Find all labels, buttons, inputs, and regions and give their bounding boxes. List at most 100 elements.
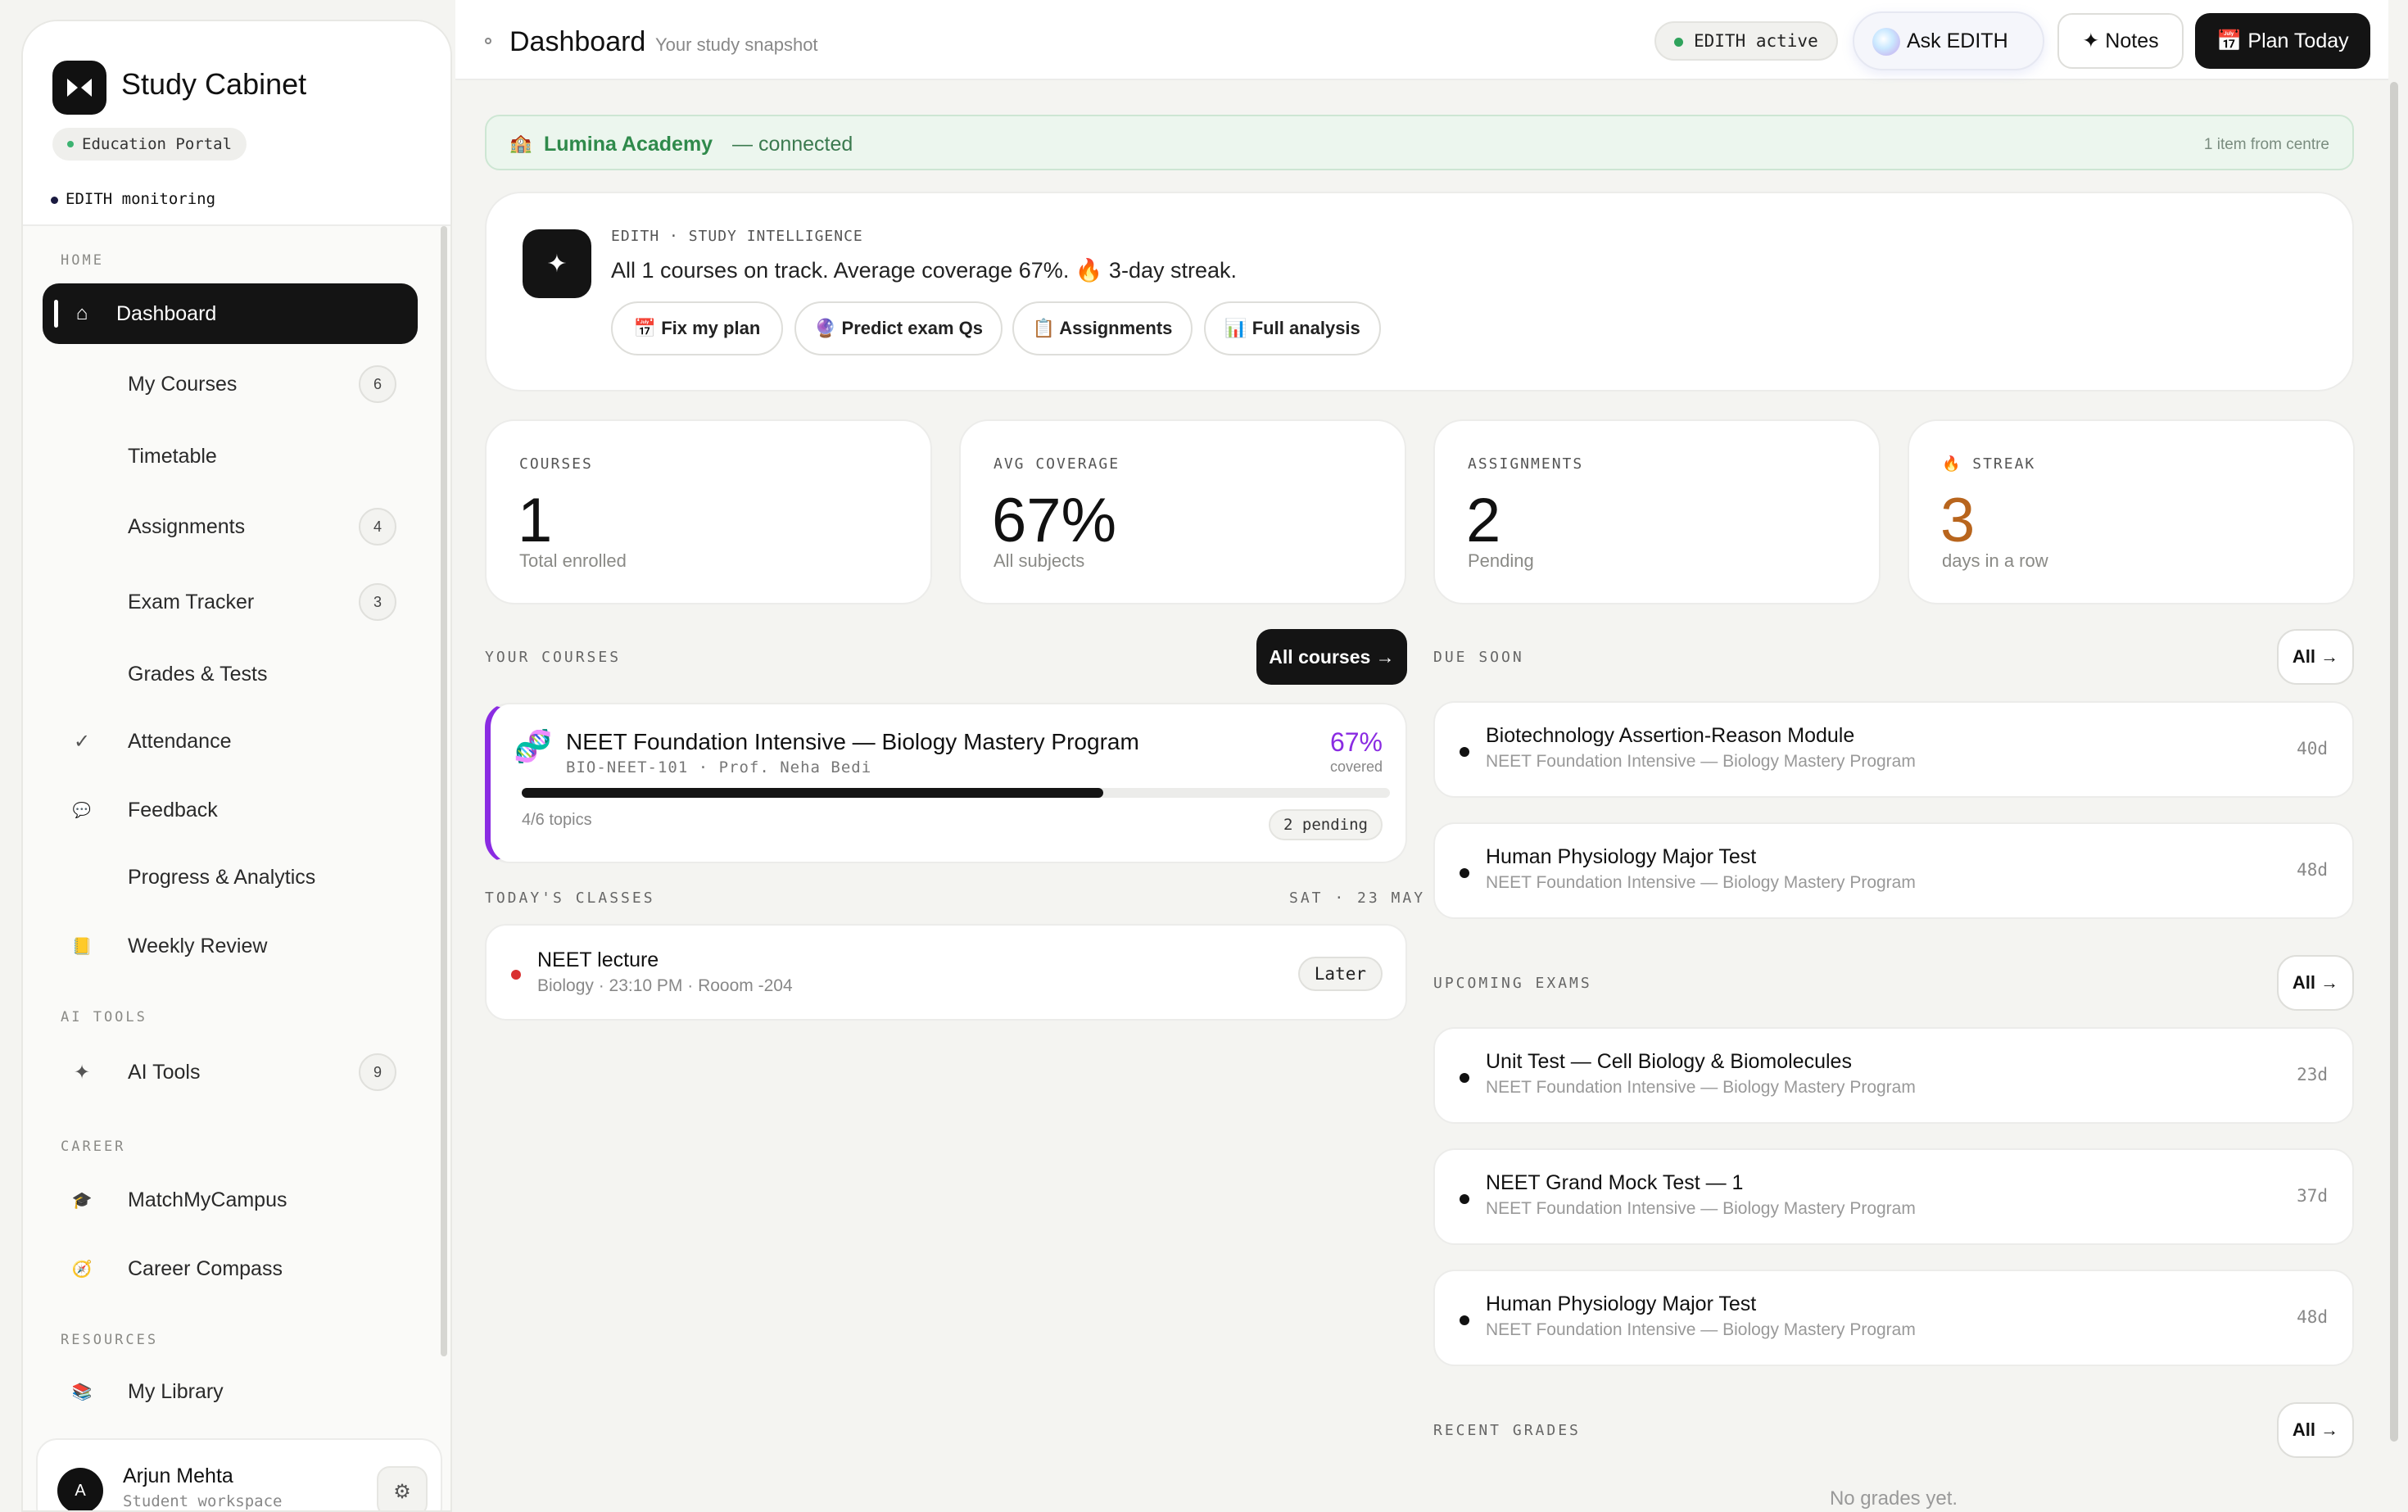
- notes-button[interactable]: ✦ Notes: [2057, 13, 2184, 69]
- class-meta: Biology · 23:10 PM · Rooom -204: [537, 976, 793, 995]
- coverage-progress-bar: [522, 788, 1390, 798]
- stat-value: 3: [1940, 486, 1976, 555]
- sidebar-item-attendance[interactable]: ✓ Attendance: [43, 711, 418, 772]
- no-grades-message: No grades yet.: [1829, 1487, 1958, 1510]
- due-item-title: Human Physiology Major Test: [1486, 845, 1757, 868]
- exam-item-course: NEET Foundation Intensive — Biology Mast…: [1486, 1320, 1916, 1339]
- page-title: Dashboard: [509, 26, 646, 57]
- exams-all-button[interactable]: All →: [2277, 955, 2354, 1011]
- bullet-dot: [1460, 1194, 1469, 1204]
- sidebar-item-career-compass[interactable]: 🧭 Career Compass: [43, 1238, 418, 1299]
- sidebar-item-label: My Courses: [128, 372, 238, 396]
- course-name: NEET Foundation Intensive — Biology Mast…: [566, 729, 1139, 754]
- sidebar-item-label: Career Compass: [128, 1256, 283, 1280]
- ask-edith-label: Ask EDITH: [1907, 29, 2008, 52]
- sidebar: Study Cabinet Education Portal EDITH mon…: [21, 20, 452, 1512]
- portal-badge: Education Portal: [52, 128, 247, 161]
- sidebar-scrollbar[interactable]: [441, 226, 447, 1356]
- user-card[interactable]: A Arjun Mehta Student workspace ⚙: [36, 1438, 442, 1510]
- stat-label: COURSES: [519, 455, 593, 473]
- sidebar-item-matchmycampus[interactable]: 🎓 MatchMyCampus: [43, 1170, 418, 1230]
- upcoming-exams-label: UPCOMING EXAMS: [1433, 975, 1592, 992]
- stat-streak[interactable]: 🔥 STREAK 3 days in a row: [1908, 419, 2355, 604]
- predict-exam-qs-chip[interactable]: 🔮 Predict exam Qs: [794, 301, 1003, 355]
- sidebar-item-label: Exam Tracker: [128, 590, 255, 613]
- home-icon: ⌂: [75, 302, 88, 324]
- topics-count: 4/6 topics: [522, 811, 592, 829]
- check-icon: ✓: [73, 730, 91, 753]
- bullet-dot: [1460, 747, 1469, 757]
- due-soon-label: DUE SOON: [1433, 649, 1524, 666]
- stat-value: 1: [518, 486, 553, 555]
- ask-edith-button[interactable]: Ask EDITH: [1853, 11, 2044, 70]
- classes-date: SAT · 23 MAY: [1289, 890, 1426, 907]
- stat-caption: Total enrolled: [519, 550, 627, 571]
- todays-classes-label: TODAY'S CLASSES: [485, 890, 655, 907]
- exam-item-title: Unit Test — Cell Biology & Biomolecules: [1486, 1050, 1852, 1073]
- all-courses-button[interactable]: All courses →: [1256, 629, 1407, 685]
- intelligence-kicker: EDITH · STUDY INTELLIGENCE: [611, 228, 863, 245]
- due-item-title: Biotechnology Assertion-Reason Module: [1486, 724, 1855, 747]
- course-card[interactable]: 🧬 NEET Foundation Intensive — Biology Ma…: [485, 703, 1407, 863]
- stat-label: 🔥 STREAK: [1942, 455, 2036, 473]
- gear-icon: ⚙: [393, 1480, 411, 1503]
- recent-grades-label: RECENT GRADES: [1433, 1422, 1581, 1439]
- top-bar: Dashboard Your study snapshot EDITH acti…: [455, 0, 2388, 80]
- due-item-course: NEET Foundation Intensive — Biology Mast…: [1486, 752, 1916, 771]
- academy-name: Lumina Academy: [544, 133, 713, 156]
- stat-caption: All subjects: [994, 550, 1085, 571]
- full-analysis-chip[interactable]: 📊 Full analysis: [1204, 301, 1381, 355]
- grades-all-button[interactable]: All →: [2277, 1402, 2354, 1458]
- exam-item-days: 37d: [2297, 1186, 2328, 1206]
- sidebar-item-feedback[interactable]: 💬 Feedback: [43, 780, 418, 840]
- class-title: NEET lecture: [537, 948, 659, 971]
- exam-item[interactable]: Unit Test — Cell Biology & Biomolecules …: [1433, 1027, 2354, 1124]
- sidebar-item-my-library[interactable]: 📚 My Library: [43, 1361, 418, 1422]
- count-badge: 6: [359, 365, 396, 403]
- sidebar-item-label: My Library: [128, 1379, 224, 1403]
- sidebar-item-ai-tools[interactable]: ✦ AI Tools 9: [43, 1042, 418, 1102]
- graduation-cap-icon: 🎓: [71, 1191, 93, 1210]
- settings-button[interactable]: ⚙: [377, 1466, 428, 1510]
- compass-icon: 🧭: [71, 1260, 93, 1279]
- sidebar-header: Study Cabinet Education Portal EDITH mon…: [23, 21, 450, 226]
- count-badge: 4: [359, 508, 396, 545]
- due-item[interactable]: Human Physiology Major Test NEET Foundat…: [1433, 822, 2354, 919]
- assignments-chip[interactable]: 📋 Assignments: [1012, 301, 1193, 355]
- academy-banner[interactable]: 🏫 Lumina Academy — connected 1 item from…: [485, 115, 2354, 170]
- pending-badge: 2 pending: [1269, 809, 1383, 840]
- fix-my-plan-chip[interactable]: 📅 Fix my plan: [611, 301, 783, 355]
- due-item-days: 40d: [2297, 739, 2328, 758]
- class-item[interactable]: NEET lecture Biology · 23:10 PM · Rooom …: [485, 924, 1407, 1021]
- stat-value: 2: [1466, 486, 1501, 555]
- sidebar-item-label: Weekly Review: [128, 934, 268, 957]
- class-status-dot: [511, 970, 521, 980]
- bullet-dot: [1460, 1315, 1469, 1325]
- sidebar-item-my-courses[interactable]: My Courses 6: [43, 354, 418, 414]
- study-intelligence-card: ✦ EDITH · STUDY INTELLIGENCE All 1 cours…: [485, 192, 2354, 392]
- stat-avg-coverage[interactable]: AVG COVERAGE 67% All subjects: [959, 419, 1406, 604]
- sidebar-item-label: AI Tools: [128, 1060, 201, 1084]
- due-item[interactable]: Biotechnology Assertion-Reason Module NE…: [1433, 701, 2354, 798]
- stat-assignments[interactable]: ASSIGNMENTS 2 Pending: [1433, 419, 1881, 604]
- exam-item[interactable]: NEET Grand Mock Test — 1 NEET Foundation…: [1433, 1148, 2354, 1245]
- sidebar-item-weekly-review[interactable]: 📒 Weekly Review: [43, 916, 418, 976]
- sidebar-item-timetable[interactable]: Timetable: [43, 426, 418, 487]
- due-soon-all-button[interactable]: All →: [2277, 629, 2354, 685]
- plan-today-button[interactable]: 📅 Plan Today: [2195, 13, 2370, 69]
- school-icon: 🏫: [509, 133, 532, 153]
- sidebar-item-grades-tests[interactable]: Grades & Tests: [43, 644, 418, 704]
- edith-orb-icon: [1872, 28, 1900, 56]
- sidebar-item-assignments[interactable]: Assignments 4: [43, 496, 418, 557]
- centre-items-count: 1 item from centre: [2203, 136, 2329, 153]
- stat-courses[interactable]: COURSES 1 Total enrolled: [485, 419, 932, 604]
- coverage-percent: 67%: [1329, 727, 1383, 757]
- exam-item[interactable]: Human Physiology Major Test NEET Foundat…: [1433, 1270, 2354, 1366]
- exam-item-title: Human Physiology Major Test: [1486, 1292, 1757, 1315]
- sidebar-item-dashboard[interactable]: ⌂ Dashboard: [43, 283, 418, 344]
- brand-logo-icon[interactable]: [52, 61, 106, 115]
- sidebar-item-exam-tracker[interactable]: Exam Tracker 3: [43, 572, 418, 632]
- sparkle-icon: ✦: [73, 1061, 91, 1084]
- sidebar-item-progress-analytics[interactable]: Progress & Analytics: [43, 847, 418, 908]
- main-scrollbar[interactable]: [2390, 82, 2398, 1442]
